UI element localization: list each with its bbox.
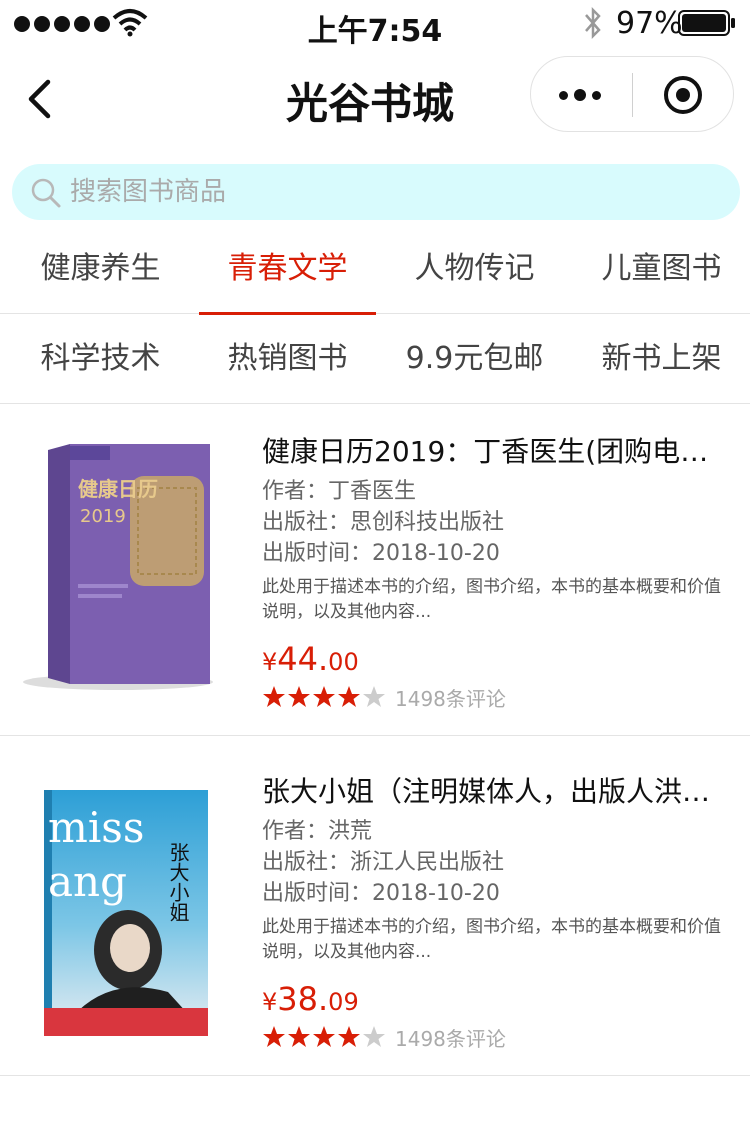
book-author: 作者：丁香医生 xyxy=(262,479,417,504)
search-bar[interactable] xyxy=(12,164,740,220)
star-icon xyxy=(263,686,285,707)
cover-title-text: 健康日历 xyxy=(78,477,158,501)
capsule-divider xyxy=(632,73,633,117)
cover-ang-text: ang xyxy=(48,857,127,906)
book-pub-date: 出版时间：2018-10-20 xyxy=(262,881,500,906)
tab-bestsellers[interactable]: 热销图书 xyxy=(199,314,376,404)
book-price: ¥44.00 xyxy=(262,637,732,681)
price-integer: 44. xyxy=(277,640,329,678)
status-bar: 上午7:54 97% xyxy=(0,0,750,49)
tab-biography[interactable]: 人物传记 xyxy=(386,224,563,314)
star-icon xyxy=(288,1026,310,1047)
star-icon xyxy=(338,1026,360,1047)
book-title[interactable]: 张大小姐（注明媒体人，出版人洪… xyxy=(262,772,732,812)
book-publisher: 出版社：思创科技出版社 xyxy=(262,510,505,535)
cover-year-text: 2019 xyxy=(80,506,126,527)
star-icon xyxy=(313,686,335,707)
battery-percent: 97% xyxy=(616,6,683,41)
review-count[interactable]: 1498条评论 xyxy=(395,1023,506,1052)
cover-title-text: 张大小姐 xyxy=(166,842,190,922)
star-empty-icon xyxy=(363,1026,385,1047)
category-row-2: 科学技术 热销图书 9.9元包邮 新书上架 xyxy=(0,314,750,404)
tab-new-arrivals[interactable]: 新书上架 xyxy=(573,314,750,404)
close-target-icon[interactable] xyxy=(661,73,705,117)
book-price: ¥38.09 xyxy=(262,977,732,1021)
battery-icon xyxy=(678,10,735,36)
more-icon[interactable] xyxy=(559,81,609,109)
book-description: 此处用于描述本书的介绍，图书介绍，本书的基本概要和价值说明，以及其他内容... xyxy=(262,917,721,962)
currency-symbol: ¥ xyxy=(262,648,278,676)
price-decimal: 09 xyxy=(328,988,359,1016)
book-title[interactable]: 健康日历2019：丁香医生(团购电话… xyxy=(262,432,732,472)
nav-bar: 光谷书城 xyxy=(0,48,750,148)
book-publisher: 出版社：浙江人民出版社 xyxy=(262,850,505,875)
review-count[interactable]: 1498条评论 xyxy=(395,683,506,712)
book-pub-date: 出版时间：2018-10-20 xyxy=(262,541,500,566)
search-icon xyxy=(31,178,61,208)
tab-free-shipping[interactable]: 9.9元包邮 xyxy=(386,314,563,404)
star-icon xyxy=(263,1026,285,1047)
price-integer: 38. xyxy=(277,980,329,1018)
star-icon xyxy=(338,686,360,707)
star-icon xyxy=(288,686,310,707)
book-info: 张大小姐（注明媒体人，出版人洪… 作者：洪荒 出版社：浙江人民出版社 出版时间：… xyxy=(262,772,732,1053)
mini-program-capsule xyxy=(530,56,734,132)
tab-youth-literature[interactable]: 青春文学 xyxy=(199,224,376,315)
search-input[interactable] xyxy=(70,164,710,220)
book-description: 此处用于描述本书的介绍，图书介绍，本书的基本概要和价值说明，以及其他内容... xyxy=(262,577,721,622)
price-decimal: 00 xyxy=(328,648,359,676)
book-list-item[interactable]: 健康日历 2019 健康日历2019：丁香医生(团购电话… 作者：丁香医生 出版… xyxy=(0,396,750,736)
book-list-item[interactable]: miss ang 张大小姐 张大小姐（注明媒体人，出版人洪… 作者：洪荒 出版社… xyxy=(0,736,750,1076)
currency-symbol: ¥ xyxy=(262,988,278,1016)
book-rating: 1498条评论 xyxy=(262,1021,732,1053)
category-row-1: 健康养生 青春文学 人物传记 儿童图书 xyxy=(0,224,750,315)
book-author: 作者：洪荒 xyxy=(262,819,373,844)
book-cover-image[interactable]: 健康日历 2019 xyxy=(18,436,228,696)
tab-children-books[interactable]: 儿童图书 xyxy=(573,224,750,314)
book-rating: 1498条评论 xyxy=(262,681,732,713)
tab-science-tech[interactable]: 科学技术 xyxy=(12,314,189,404)
star-empty-icon xyxy=(363,686,385,707)
book-info: 健康日历2019：丁香医生(团购电话… 作者：丁香医生 出版社：思创科技出版社 … xyxy=(262,432,732,713)
book-cover-image[interactable]: miss ang 张大小姐 xyxy=(18,782,228,1042)
bluetooth-icon xyxy=(585,6,601,40)
cover-miss-text: miss xyxy=(48,803,144,852)
star-icon xyxy=(313,1026,335,1047)
tab-health[interactable]: 健康养生 xyxy=(12,224,189,314)
